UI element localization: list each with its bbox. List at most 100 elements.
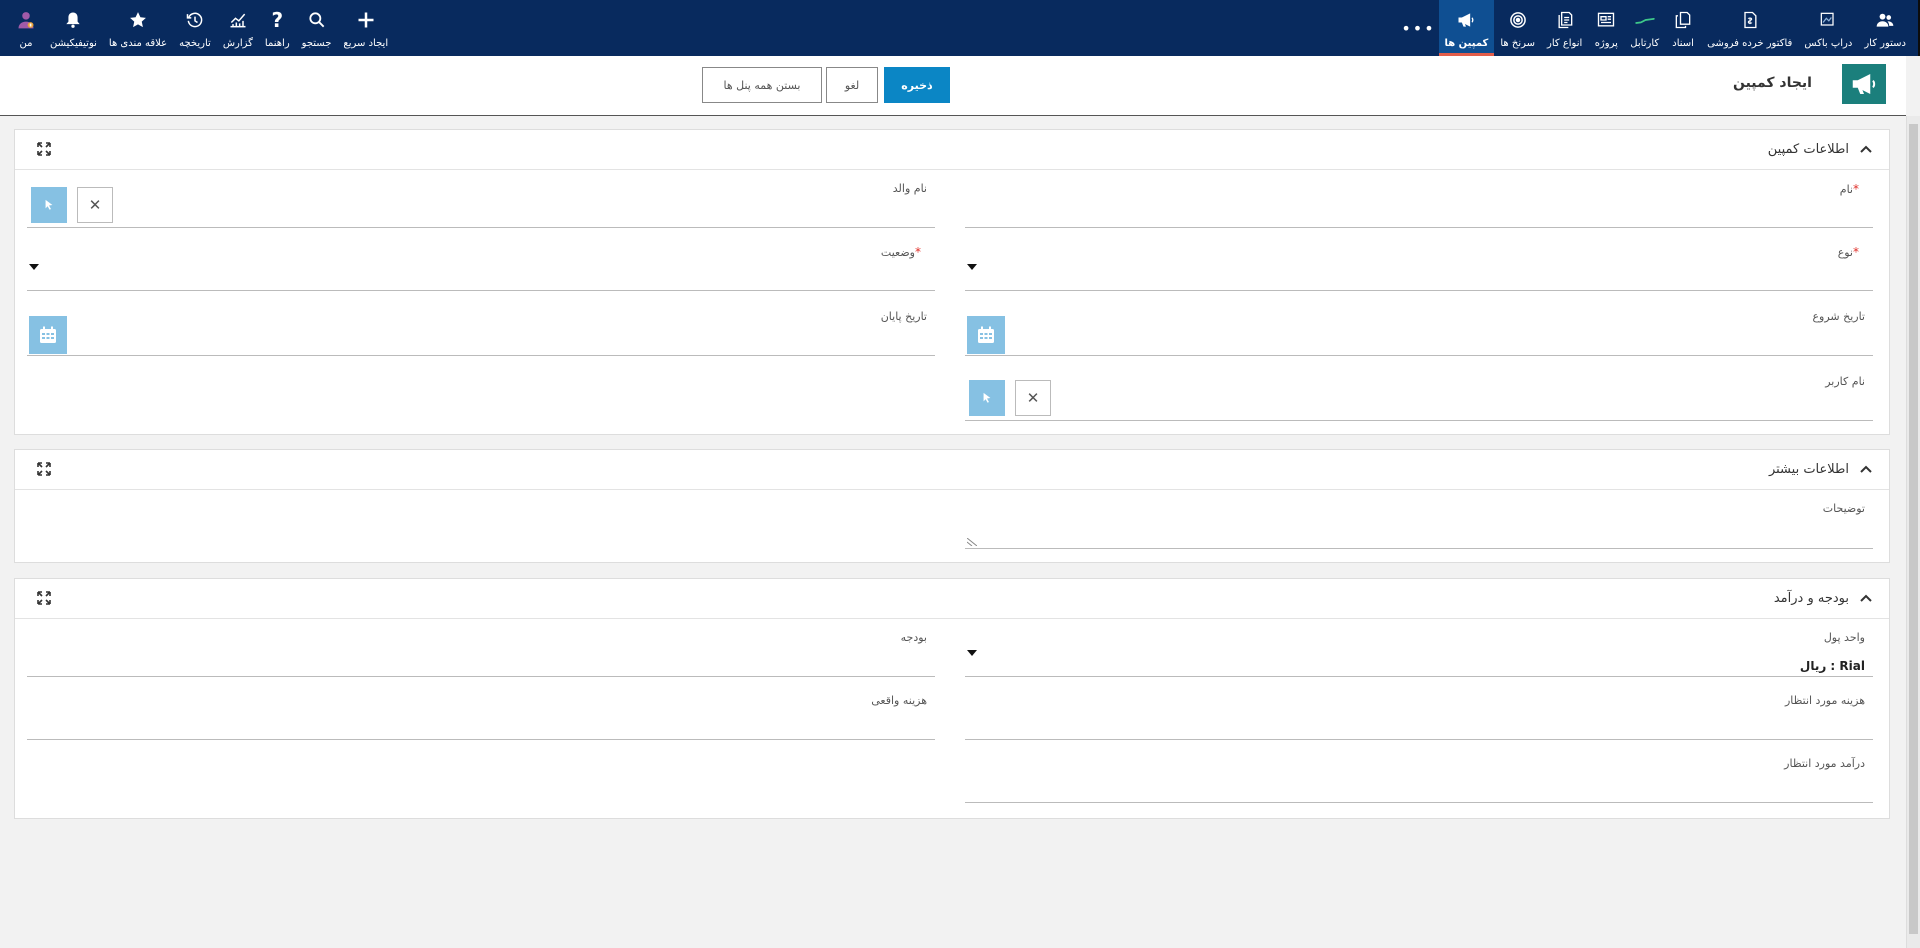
field-label: نام <box>1839 183 1853 196</box>
field-parent-name: نام والد ✕ <box>27 172 935 228</box>
nav-item-project[interactable]: پروژه <box>1588 0 1624 56</box>
nav-item-dropbox[interactable]: دراپ باکس <box>1798 0 1858 56</box>
chevron-up-icon[interactable] <box>1859 142 1873 156</box>
field-start-date[interactable]: تاریخ شروع <box>965 300 1873 356</box>
field-description[interactable]: توضیحات <box>965 492 1873 549</box>
field-label: تاریخ شروع <box>1812 310 1865 323</box>
close-icon: ✕ <box>1026 389 1040 407</box>
save-button[interactable]: ذخیره <box>884 67 950 103</box>
page-icon <box>1842 64 1886 104</box>
clear-user-button[interactable]: ✕ <box>1015 380 1051 416</box>
report-chart-icon <box>226 8 250 32</box>
field-expected-cost[interactable]: هزینه مورد انتظار <box>965 684 1873 740</box>
task-types-icon <box>1553 8 1577 32</box>
nav-item-report[interactable]: گزارش <box>217 0 259 56</box>
top-navbar: دستور کار دراپ باکس فاکتور خرده فروشی اس… <box>0 0 1920 56</box>
nav-item-me[interactable]: من <box>8 0 44 56</box>
close-all-panels-button[interactable]: بستن همه پنل ها <box>702 67 822 103</box>
panel-header: اطلاعات بیشتر <box>15 450 1889 490</box>
currency-value: Rial : ریال <box>1799 659 1865 673</box>
panel-title: اطلاعات بیشتر <box>1768 462 1849 477</box>
megaphone-icon <box>1852 74 1876 94</box>
nav-item-search[interactable]: جستجو <box>296 0 338 56</box>
field-type[interactable]: *نوع <box>965 235 1873 291</box>
nav-item-favorites[interactable]: علاقه مندی ها <box>103 0 173 56</box>
question-icon: ? <box>271 8 284 32</box>
nav-utilities: من نوتیفیکیشن علاقه مندی ها تاریخچه گزار… <box>8 0 394 56</box>
field-label: تاریخ پایان <box>880 310 927 323</box>
panel-header: بودجه و درآمد <box>15 579 1889 619</box>
close-icon: ✕ <box>88 196 102 214</box>
cancel-button[interactable]: لغو <box>826 67 878 103</box>
chevron-up-icon[interactable] <box>1859 462 1873 476</box>
history-icon <box>183 8 207 32</box>
panel-title: بودجه و درآمد <box>1773 591 1849 606</box>
field-currency[interactable]: واحد پول Rial : ریال <box>965 621 1873 677</box>
bell-icon <box>61 8 85 32</box>
caret-down-icon <box>29 264 39 270</box>
scrollbar-thumb[interactable] <box>1909 124 1918 934</box>
field-budget[interactable]: بودجه <box>27 621 935 677</box>
nav-item-notification[interactable]: نوتیفیکیشن <box>44 0 103 56</box>
field-label: نام والد <box>892 182 927 195</box>
documents-icon <box>1671 8 1695 32</box>
nav-item-kartable[interactable]: کارتابل <box>1624 0 1665 56</box>
search-icon <box>305 8 329 32</box>
clear-parent-button[interactable]: ✕ <box>77 187 113 223</box>
megaphone-icon <box>1454 8 1478 32</box>
page-title: ایجاد کمپین <box>1732 75 1812 91</box>
select-parent-button[interactable] <box>31 187 67 223</box>
target-icon <box>1506 8 1530 32</box>
resize-grip-icon[interactable] <box>967 538 977 546</box>
nav-item-retail-invoice[interactable]: فاکتور خرده فروشی <box>1701 0 1798 56</box>
expand-icon[interactable] <box>37 142 51 156</box>
nav-item-help[interactable]: ? راهنما <box>259 0 296 56</box>
field-expected-revenue[interactable]: درآمد مورد انتظار <box>965 747 1873 803</box>
expand-icon[interactable] <box>37 591 51 605</box>
select-user-button[interactable] <box>969 380 1005 416</box>
calendar-icon <box>978 326 994 343</box>
field-username: نام کاربر ✕ <box>965 365 1873 421</box>
panel-campaign-info: اطلاعات کمپین *نام نام والد ✕ *نوع *وضعی… <box>14 129 1890 435</box>
calendar-icon <box>40 326 56 343</box>
page-scrollbar[interactable] <box>1906 116 1920 948</box>
field-actual-cost[interactable]: هزینه واقعی <box>27 684 935 740</box>
nav-item-campaigns[interactable]: کمپین ها <box>1438 0 1495 56</box>
field-label: نوع <box>1837 246 1853 259</box>
nav-modules: دستور کار دراپ باکس فاکتور خرده فروشی اس… <box>1399 0 1913 56</box>
cursor-icon <box>983 392 991 403</box>
caret-down-icon <box>967 650 977 656</box>
field-status[interactable]: *وضعیت <box>27 235 935 291</box>
panel-title: اطلاعات کمپین <box>1767 142 1849 157</box>
required-mark: * <box>1853 245 1859 259</box>
invoice-icon <box>1738 8 1762 32</box>
start-date-picker-button[interactable] <box>967 316 1005 354</box>
kartable-icon <box>1633 8 1657 32</box>
cursor-icon <box>45 199 53 210</box>
chevron-up-icon[interactable] <box>1859 591 1873 605</box>
expand-icon[interactable] <box>37 462 51 476</box>
caret-down-icon <box>967 264 977 270</box>
nav-item-work-orders[interactable]: دستور کار <box>1858 0 1912 56</box>
users-icon <box>1873 8 1897 32</box>
field-label: توضیحات <box>1822 502 1865 515</box>
field-label: نام کاربر <box>1825 375 1865 388</box>
panel-header: اطلاعات کمپین <box>15 130 1889 170</box>
field-label: واحد پول <box>1823 631 1865 644</box>
end-date-picker-button[interactable] <box>29 316 67 354</box>
nav-item-quick-create[interactable]: ایجاد سریع <box>337 0 394 56</box>
nav-more-button[interactable]: ••• <box>1399 0 1439 56</box>
field-label: وضعیت <box>880 246 915 259</box>
dropbox-image-icon <box>1816 8 1840 32</box>
field-name[interactable]: *نام <box>965 172 1873 228</box>
field-end-date[interactable]: تاریخ پایان <box>27 300 935 356</box>
nav-item-task-types[interactable]: انواع کار <box>1541 0 1588 56</box>
action-bar: ایجاد کمپین ذخیره لغو بستن همه پنل ها <box>0 56 1906 116</box>
field-label: درآمد مورد انتظار <box>1784 757 1865 770</box>
star-icon <box>126 8 150 32</box>
nav-item-history[interactable]: تاریخچه <box>173 0 217 56</box>
nav-item-documents[interactable]: اسناد <box>1665 0 1701 56</box>
required-mark: * <box>1853 182 1859 196</box>
plus-icon <box>354 8 378 32</box>
nav-item-leads[interactable]: سرنخ ها <box>1494 0 1541 56</box>
